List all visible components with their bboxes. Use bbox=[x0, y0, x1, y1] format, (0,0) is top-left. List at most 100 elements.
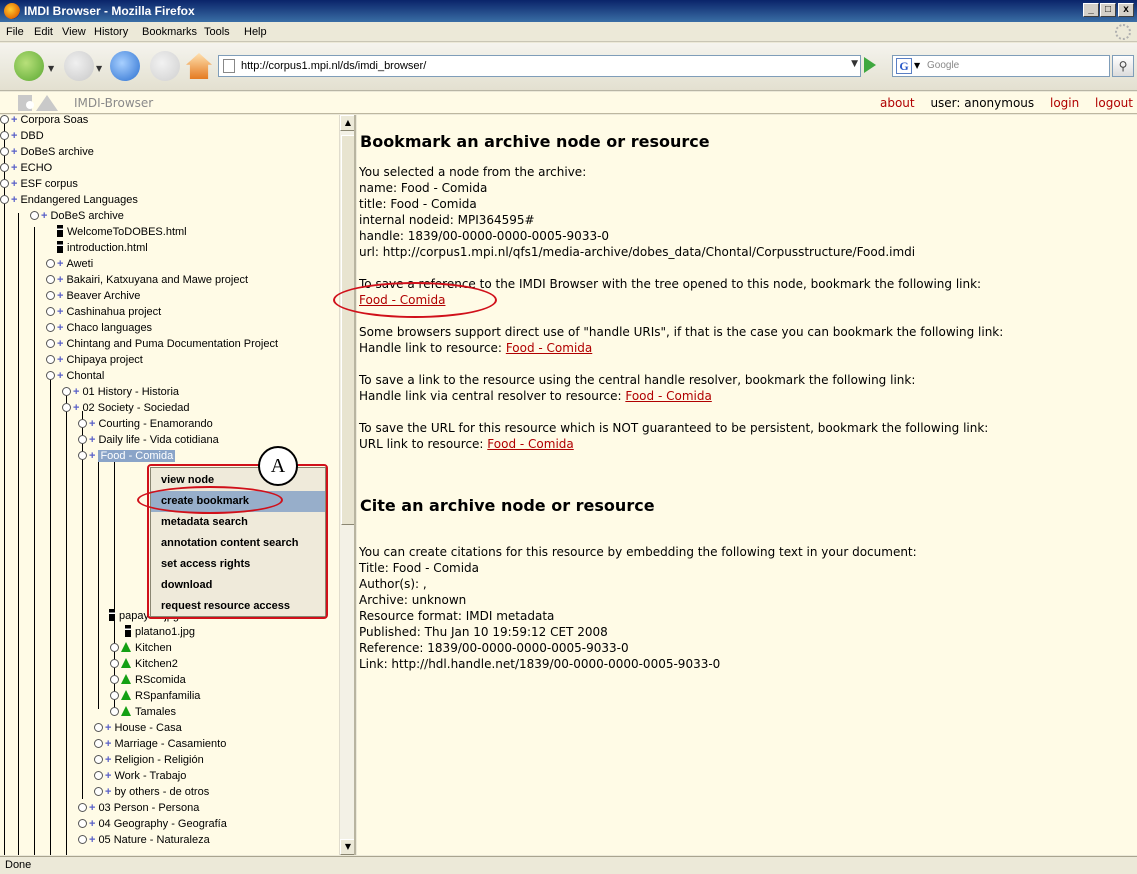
tree-node[interactable]: + Courting - Enamorando bbox=[78, 416, 213, 432]
url-text: To save the URL for this resource which … bbox=[359, 421, 989, 435]
resolver-link[interactable]: Food - Comida bbox=[625, 389, 711, 403]
search-icon[interactable]: ⚲ bbox=[1112, 55, 1134, 77]
tree-node[interactable]: + Corpora Soas bbox=[0, 115, 88, 128]
scroll-thumb[interactable] bbox=[341, 135, 354, 525]
tree-node[interactable]: + ECHO bbox=[0, 160, 52, 176]
url-bar[interactable]: http://corpus1.mpi.nl/ds/imdi_browser/ ▼ bbox=[218, 55, 861, 77]
status-bar: Done bbox=[0, 856, 1137, 874]
url-dropdown-icon[interactable]: ▼ bbox=[851, 59, 858, 69]
tree-node[interactable]: + Marriage - Casamiento bbox=[94, 736, 226, 752]
forward-button[interactable] bbox=[64, 51, 94, 81]
tree-node[interactable]: + Cashinahua project bbox=[46, 304, 161, 320]
header-links: about user: anonymous login logout bbox=[868, 96, 1133, 110]
node-handle: handle: 1839/00-0000-0000-0005-9033-0 bbox=[359, 229, 610, 243]
tree-node[interactable]: + Chintang and Puma Documentation Project bbox=[46, 336, 278, 352]
scroll-down-icon[interactable]: ▼ bbox=[340, 839, 354, 855]
tree-node[interactable]: + Daily life - Vida cotidiana bbox=[78, 432, 219, 448]
handle-uri-link[interactable]: Food - Comida bbox=[506, 341, 592, 355]
back-history-dropdown-icon[interactable]: ▼ bbox=[48, 64, 54, 73]
node-url: url: http://corpus1.mpi.nl/qfs1/media-ar… bbox=[359, 245, 916, 259]
tree-node[interactable]: platano1.jpg bbox=[124, 624, 195, 640]
home-button[interactable] bbox=[186, 53, 212, 79]
tree-node[interactable]: + Beaver Archive bbox=[46, 288, 140, 304]
menu-help[interactable]: Help bbox=[244, 26, 267, 38]
tree-node[interactable]: + Chipaya project bbox=[46, 352, 143, 368]
callout-label: A bbox=[258, 446, 298, 486]
app-header: IMDI-Browser about user: anonymous login… bbox=[0, 92, 1137, 114]
tree-node[interactable]: +02 Society - Sociedad bbox=[62, 400, 189, 416]
menu-history[interactable]: History bbox=[94, 26, 128, 38]
tree-node[interactable]: + Aweti bbox=[46, 256, 93, 272]
node-title: title: Food - Comida bbox=[359, 197, 477, 211]
tree-node[interactable]: + Endangered Languages bbox=[0, 192, 138, 208]
menu-view[interactable]: View bbox=[62, 26, 86, 38]
cite-published: Published: Thu Jan 10 19:59:12 CET 2008 bbox=[359, 625, 608, 639]
scroll-up-icon[interactable]: ▲ bbox=[340, 115, 354, 131]
menu-file[interactable]: File bbox=[6, 26, 24, 38]
tree-node-selected[interactable]: + Food - Comida bbox=[78, 448, 176, 464]
tree-node[interactable]: WelcomeToDOBES.html bbox=[56, 224, 187, 240]
resolver-prefix: Handle link via central resolver to reso… bbox=[359, 389, 622, 403]
cite-link: Link: http://hdl.handle.net/1839/00-0000… bbox=[359, 657, 721, 671]
menubar: File Edit View History Bookmarks Tools H… bbox=[0, 22, 1137, 42]
handle-uri-text: Some browsers support direct use of "han… bbox=[359, 325, 1004, 339]
tree-node[interactable]: + Chaco languages bbox=[46, 320, 152, 336]
app-title: IMDI-Browser bbox=[74, 96, 154, 110]
cite-authors: Author(s): , bbox=[359, 577, 427, 591]
tree-node[interactable]: + DoBeS archive bbox=[0, 144, 94, 160]
cite-reference: Reference: 1839/00-0000-0000-0005-9033-0 bbox=[359, 641, 629, 655]
tree-node[interactable]: Kitchen bbox=[110, 640, 172, 656]
logout-link[interactable]: logout bbox=[1095, 96, 1133, 110]
go-icon[interactable] bbox=[864, 57, 876, 73]
close-button[interactable]: x bbox=[1118, 3, 1134, 17]
forward-history-dropdown-icon[interactable]: ▼ bbox=[96, 64, 102, 73]
search-box[interactable]: G ▼ Google bbox=[892, 55, 1110, 77]
about-link[interactable]: about bbox=[880, 96, 915, 110]
tree-node[interactable]: introduction.html bbox=[56, 240, 148, 256]
minimize-button[interactable]: _ bbox=[1083, 3, 1099, 17]
content-pane: Bookmark an archive node or resource You… bbox=[357, 115, 1137, 855]
window-titlebar: IMDI Browser - Mozilla Firefox _ □ x bbox=[0, 0, 1137, 22]
tree-node[interactable]: + Work - Trabajo bbox=[94, 768, 186, 784]
tree-node[interactable]: + by others - de otros bbox=[94, 784, 209, 800]
tree-node[interactable]: + DoBeS archive bbox=[30, 208, 124, 224]
maximize-button[interactable]: □ bbox=[1100, 3, 1116, 17]
search-engine-dropdown-icon[interactable]: ▼ bbox=[914, 61, 920, 70]
back-button[interactable] bbox=[14, 51, 44, 81]
tree-node[interactable]: RScomida bbox=[110, 672, 186, 688]
tree-node[interactable]: Kitchen2 bbox=[110, 656, 178, 672]
url-text[interactable]: http://corpus1.mpi.nl/ds/imdi_browser/ bbox=[241, 60, 426, 72]
tree-node[interactable]: RSpanfamilia bbox=[110, 688, 200, 704]
cite-format: Resource format: IMDI metadata bbox=[359, 609, 555, 623]
tree-node[interactable]: + Chontal bbox=[46, 368, 104, 384]
cite-title: Title: Food - Comida bbox=[359, 561, 480, 575]
cite-intro: You can create citations for this resour… bbox=[359, 545, 917, 559]
tree-node[interactable]: +03 Person - Persona bbox=[78, 800, 199, 816]
user-label: user: anonymous bbox=[930, 96, 1035, 110]
tree-node[interactable]: +05 Nature - Naturaleza bbox=[78, 832, 210, 848]
window-title: IMDI Browser - Mozilla Firefox bbox=[24, 4, 195, 18]
search-placeholder[interactable]: Google bbox=[927, 60, 959, 71]
tree-node[interactable]: + DBD bbox=[0, 128, 44, 144]
url-link[interactable]: Food - Comida bbox=[487, 437, 573, 451]
cite-archive: Archive: unknown bbox=[359, 593, 467, 607]
tree-node[interactable]: + Religion - Religión bbox=[94, 752, 204, 768]
tree-scrollbar[interactable]: ▲ ▼ bbox=[339, 115, 354, 855]
node-id: internal nodeid: MPI364595# bbox=[359, 213, 535, 227]
tree-node[interactable]: + Bakairi, Katxuyana and Mawe project bbox=[46, 272, 248, 288]
login-link[interactable]: login bbox=[1050, 96, 1079, 110]
cite-heading: Cite an archive node or resource bbox=[360, 496, 655, 515]
tree-node[interactable]: +01 History - Historia bbox=[62, 384, 179, 400]
tree-node[interactable]: + ESF corpus bbox=[0, 176, 78, 192]
tree-node[interactable]: + House - Casa bbox=[94, 720, 182, 736]
annotation-oval bbox=[137, 486, 283, 514]
menu-edit[interactable]: Edit bbox=[34, 26, 53, 38]
menu-tools[interactable]: Tools bbox=[204, 26, 230, 38]
stop-button[interactable] bbox=[150, 51, 180, 81]
reload-button[interactable] bbox=[110, 51, 140, 81]
tree-node[interactable]: Tamales bbox=[110, 704, 176, 720]
search-engine-icon[interactable]: G bbox=[896, 58, 912, 74]
bookmark-intro: You selected a node from the archive: bbox=[359, 165, 587, 179]
tree-node[interactable]: +04 Geography - Geografía bbox=[78, 816, 227, 832]
menu-bookmarks[interactable]: Bookmarks bbox=[142, 26, 197, 38]
